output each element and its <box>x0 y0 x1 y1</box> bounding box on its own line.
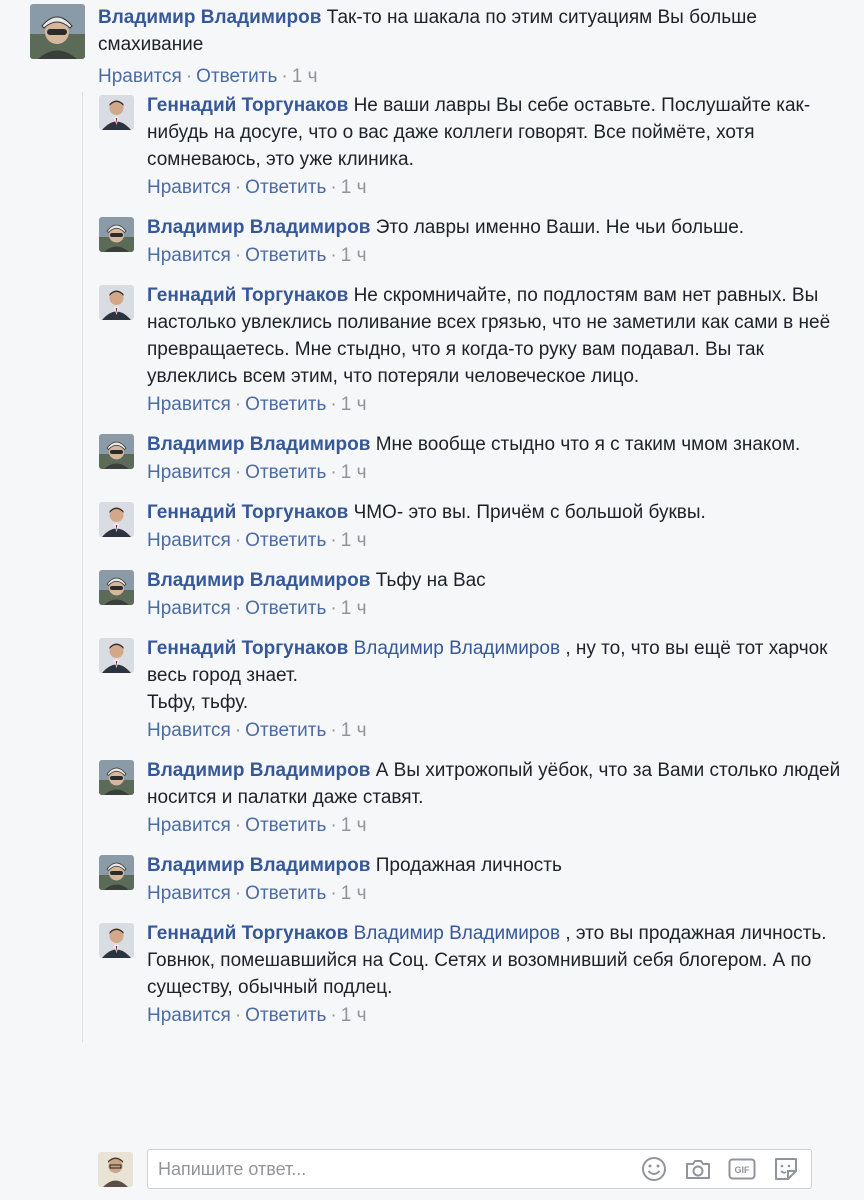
reply-link[interactable]: Ответить <box>245 815 326 836</box>
comment-actions: Нравится · Ответить · 1 ч <box>147 815 367 836</box>
reply-link[interactable]: Ответить <box>245 1005 326 1026</box>
reply-comment: Владимир Владимиров Это лавры именно Ваш… <box>99 214 852 268</box>
comment-author[interactable]: Геннадий Торгунаков <box>147 923 348 944</box>
like-link[interactable]: Нравится <box>147 462 231 483</box>
avatar[interactable] <box>99 760 134 795</box>
avatar[interactable] <box>99 855 134 890</box>
comment-author[interactable]: Владимир Владимиров <box>98 7 321 28</box>
like-link[interactable]: Нравится <box>98 66 182 87</box>
comment-author[interactable]: Владимир Владимиров <box>147 855 370 876</box>
camera-icon[interactable] <box>683 1154 713 1184</box>
like-link[interactable]: Нравится <box>147 598 231 619</box>
reply-link[interactable]: Ответить <box>245 177 326 198</box>
reply-placeholder: Напишите ответ... <box>158 1158 307 1179</box>
comment-author[interactable]: Владимир Владимиров <box>147 760 370 781</box>
timestamp[interactable]: 1 ч <box>341 883 367 904</box>
comment-actions: Нравится · Ответить · 1 ч <box>147 1005 367 1026</box>
avatar[interactable] <box>99 638 134 673</box>
reply-input[interactable]: Напишите ответ... GIF <box>147 1149 812 1189</box>
reply-comment: Владимир Владимиров А Вы хитрожопый уёбо… <box>99 757 852 838</box>
timestamp[interactable]: 1 ч <box>341 1005 367 1026</box>
avatar[interactable] <box>99 434 134 469</box>
comment-author[interactable]: Владимир Владимиров <box>147 434 370 455</box>
reply-comment: Владимир Владимиров Продажная личность Нр… <box>99 852 852 906</box>
sticker-icon[interactable] <box>771 1154 801 1184</box>
mention-link[interactable]: Владимир Владимиров <box>354 923 560 944</box>
reply-comment: Геннадий Торгунаков Не скромничайте, по … <box>99 282 852 417</box>
mention-link[interactable]: Владимир Владимиров <box>354 638 560 659</box>
like-link[interactable]: Нравится <box>147 177 231 198</box>
like-link[interactable]: Нравится <box>147 530 231 551</box>
avatar[interactable] <box>99 217 134 252</box>
timestamp[interactable]: 1 ч <box>292 66 318 87</box>
avatar <box>98 1151 133 1187</box>
like-link[interactable]: Нравится <box>147 883 231 904</box>
reply-link[interactable]: Ответить <box>245 462 326 483</box>
avatar[interactable] <box>99 95 134 130</box>
timestamp[interactable]: 1 ч <box>341 598 367 619</box>
comment-actions: Нравится · Ответить · 1 ч <box>147 177 367 198</box>
reply-comment: Геннадий Торгунаков ЧМО- это вы. Причём … <box>99 499 852 553</box>
timestamp[interactable]: 1 ч <box>341 815 367 836</box>
avatar[interactable] <box>99 923 134 958</box>
comment-author[interactable]: Геннадий Торгунаков <box>147 502 348 523</box>
avatar[interactable] <box>30 4 85 59</box>
timestamp[interactable]: 1 ч <box>341 530 367 551</box>
reply-link[interactable]: Ответить <box>245 245 326 266</box>
comment-text: Продажная личность <box>375 855 562 876</box>
reply-comment: Владимир Владимиров Мне вообще стыдно чт… <box>99 431 852 485</box>
reply-composer: Напишите ответ... GIF <box>98 1149 812 1189</box>
comment-author[interactable]: Владимир Владимиров <box>147 570 370 591</box>
comment-text: Мне вообще стыдно что я с таким чмом зна… <box>375 434 801 455</box>
like-link[interactable]: Нравится <box>147 394 231 415</box>
timestamp[interactable]: 1 ч <box>341 720 367 741</box>
like-link[interactable]: Нравится <box>147 720 231 741</box>
timestamp[interactable]: 1 ч <box>341 462 367 483</box>
comment-actions: Нравится · Ответить · 1 ч <box>147 720 367 741</box>
top-comment: Владимир Владимиров Так-то на шакала по … <box>30 4 850 89</box>
timestamp[interactable]: 1 ч <box>341 177 367 198</box>
reply-link[interactable]: Ответить <box>245 394 326 415</box>
comment-text: Это лавры именно Ваши. Не чьи больше. <box>375 217 745 238</box>
avatar[interactable] <box>99 570 134 605</box>
timestamp[interactable]: 1 ч <box>341 394 367 415</box>
svg-text:GIF: GIF <box>735 1165 751 1175</box>
reply-comment: Владимир Владимиров Тьфу на Вас Нравится ·… <box>99 567 852 621</box>
reply-link[interactable]: Ответить <box>245 720 326 741</box>
reply-link[interactable]: Ответить <box>245 883 326 904</box>
like-link[interactable]: Нравится <box>147 815 231 836</box>
comment-actions: Нравится · Ответить · 1 ч <box>98 66 318 87</box>
comment-actions: Нравится · Ответить · 1 ч <box>147 883 367 904</box>
reply-comment: Геннадий Торгунаков Владимир Владимиров … <box>99 920 852 1028</box>
comment-actions: Нравится · Ответить · 1 ч <box>147 394 367 415</box>
reply-link[interactable]: Ответить <box>245 530 326 551</box>
avatar[interactable] <box>99 502 134 537</box>
comment-author[interactable]: Геннадий Торгунаков <box>147 285 348 306</box>
comment-author[interactable]: Владимир Владимиров <box>147 217 370 238</box>
comment-actions: Нравится · Ответить · 1 ч <box>147 245 367 266</box>
avatar[interactable] <box>99 285 134 320</box>
reply-comment: Геннадий Торгунаков Владимир Владимиров … <box>99 635 852 743</box>
reply-comment: Геннадий Торгунаков Не ваши лавры Вы себ… <box>99 92 852 200</box>
like-link[interactable]: Нравится <box>147 1005 231 1026</box>
emoji-icon[interactable] <box>639 1154 669 1184</box>
comment-text: Тьфу на Вас <box>375 570 486 591</box>
reply-link[interactable]: Ответить <box>196 66 277 87</box>
replies-thread: Геннадий Торгунаков Не ваши лавры Вы себ… <box>82 92 852 1042</box>
like-link[interactable]: Нравится <box>147 245 231 266</box>
reply-link[interactable]: Ответить <box>245 598 326 619</box>
comment-text: ЧМО- это вы. Причём с большой буквы. <box>353 502 706 523</box>
comment-author[interactable]: Геннадий Торгунаков <box>147 95 348 116</box>
timestamp[interactable]: 1 ч <box>341 245 367 266</box>
comment-actions: Нравится · Ответить · 1 ч <box>147 530 367 551</box>
comment-actions: Нравится · Ответить · 1 ч <box>147 462 367 483</box>
comment-actions: Нравится · Ответить · 1 ч <box>147 598 367 619</box>
gif-icon[interactable]: GIF <box>727 1154 757 1184</box>
comment-author[interactable]: Геннадий Торгунаков <box>147 638 348 659</box>
